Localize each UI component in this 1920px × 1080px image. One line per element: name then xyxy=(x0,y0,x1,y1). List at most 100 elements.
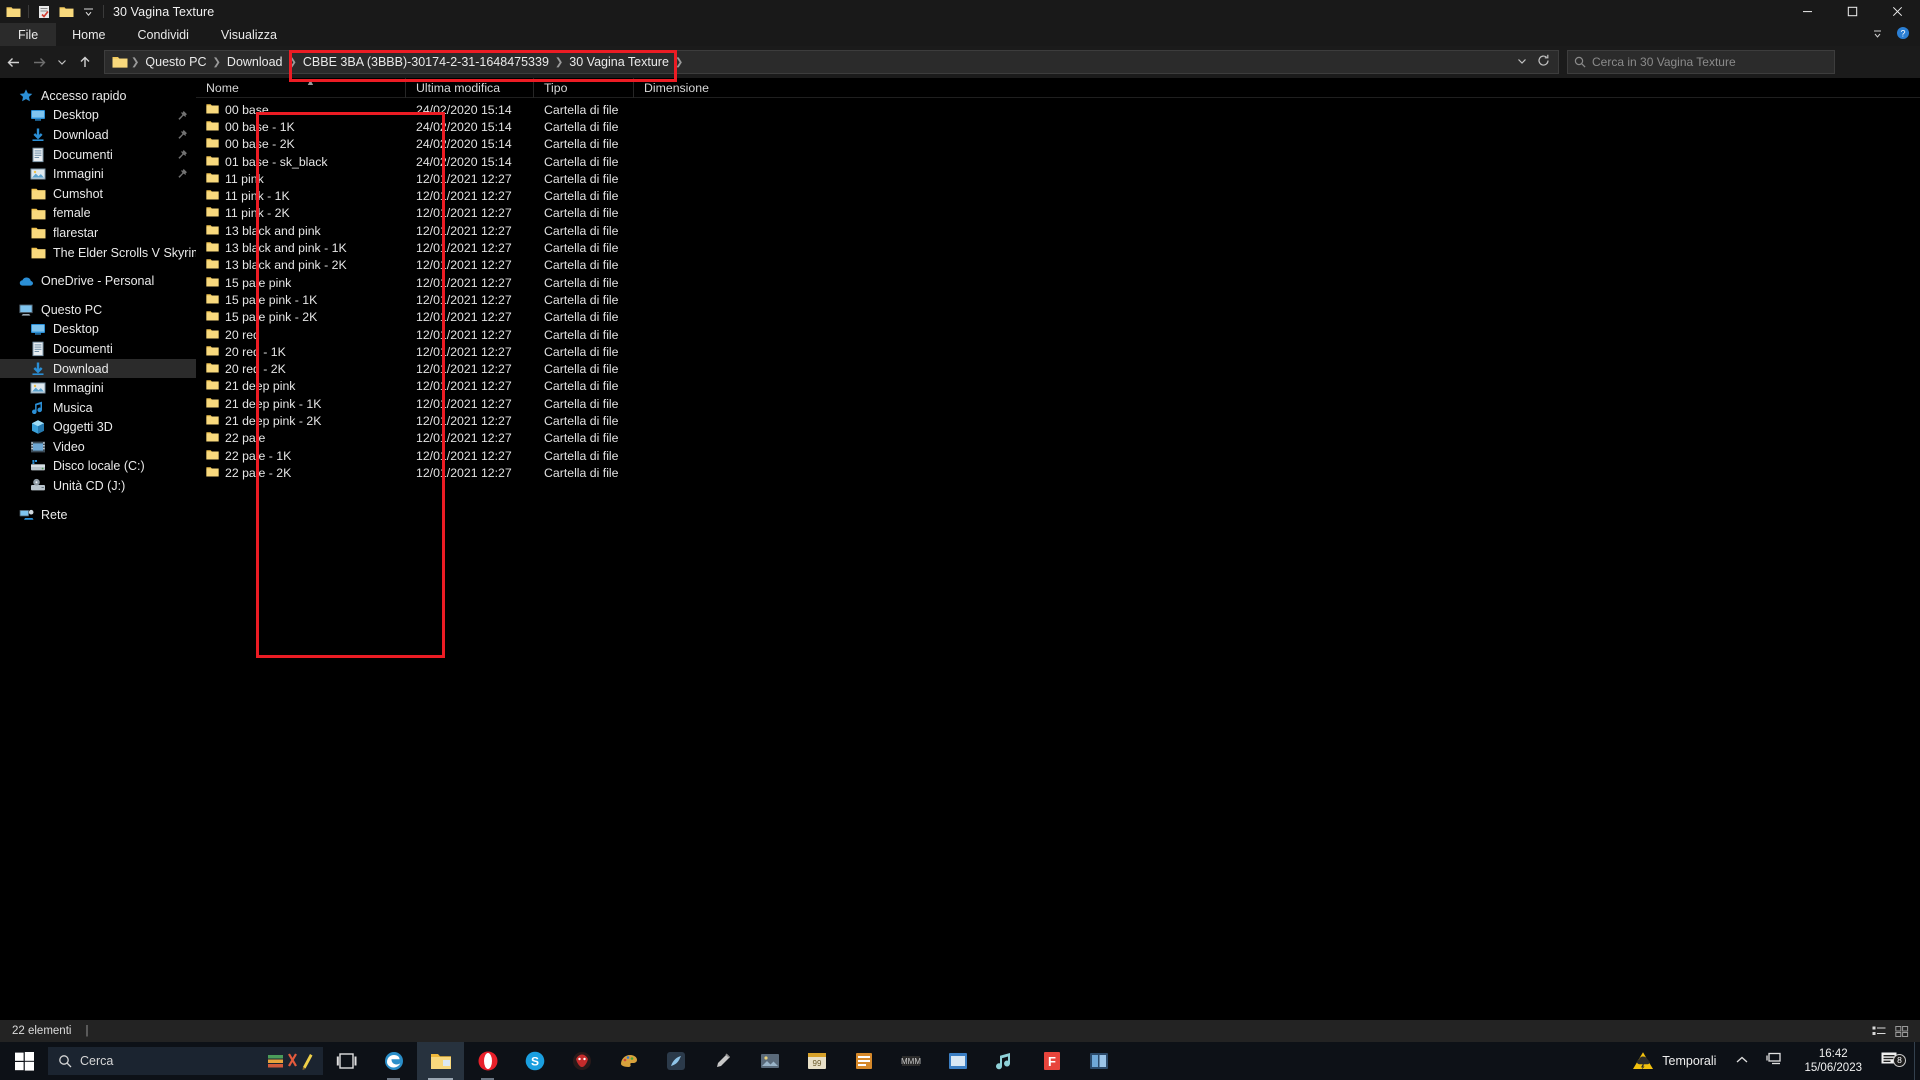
file-list-pane[interactable]: Nome Ultima modifica Tipo Dimensione ▲ 0… xyxy=(196,77,1920,1020)
file-name-cell[interactable]: 15 pale pink xyxy=(196,276,406,290)
taskbar-office-icon[interactable] xyxy=(840,1042,887,1080)
tab-file[interactable]: File xyxy=(0,23,57,46)
table-row[interactable]: 13 black and pink - 2K 12/01/2021 12:27 Ca… xyxy=(196,257,1920,274)
file-name-cell[interactable]: 15 pale pink - 2K xyxy=(196,310,406,324)
expand-ribbon-icon[interactable] xyxy=(1873,28,1886,42)
taskbar-f-app-icon[interactable]: F xyxy=(1028,1042,1075,1080)
show-desktop-button[interactable] xyxy=(1914,1042,1920,1080)
table-row[interactable]: 21 deep pink 12/01/2021 12:27 Cartella di … xyxy=(196,378,1920,395)
taskbar-skype-icon[interactable]: S xyxy=(511,1042,558,1080)
large-icons-view-icon[interactable] xyxy=(1894,1024,1910,1039)
sidebar-group-questo-pc[interactable]: Questo PC xyxy=(0,300,196,320)
breadcrumb-item-questo-pc[interactable]: Questo PC xyxy=(140,55,211,69)
close-button[interactable] xyxy=(1875,0,1920,23)
table-row[interactable]: 20 red - 2K 12/01/2021 12:27 Cartella di f… xyxy=(196,360,1920,377)
tab-visualizza[interactable]: Visualizza xyxy=(205,23,293,46)
table-row[interactable]: 22 pale 12/01/2021 12:27 Cartella di file xyxy=(196,430,1920,447)
file-name-cell[interactable]: 20 red - 2K xyxy=(196,362,406,376)
minimize-button[interactable] xyxy=(1785,0,1830,23)
task-view-icon[interactable] xyxy=(323,1042,370,1080)
file-name-cell[interactable]: 22 pale xyxy=(196,431,406,445)
file-name-cell[interactable]: 01 base - sk_black xyxy=(196,155,406,169)
taskbar-mmm-icon[interactable]: MMM xyxy=(887,1042,934,1080)
taskbar-window-app-icon[interactable] xyxy=(1075,1042,1122,1080)
taskbar-krita-icon[interactable] xyxy=(652,1042,699,1080)
taskbar-search-box[interactable]: Cerca xyxy=(48,1047,323,1075)
customize-qat-chevron-icon[interactable] xyxy=(78,2,98,22)
column-header-nome[interactable]: Nome xyxy=(196,77,406,98)
file-name-cell[interactable]: 11 pink - 2K xyxy=(196,206,406,220)
action-center-icon[interactable]: 8 xyxy=(1874,1050,1914,1073)
file-name-cell[interactable]: 21 deep pink - 2K xyxy=(196,414,406,428)
sidebar-item-documenti[interactable]: Documenti xyxy=(0,145,196,165)
table-row[interactable]: 00 base - 1K 24/02/2020 15:14 Cartella di … xyxy=(196,118,1920,135)
maximize-button[interactable] xyxy=(1830,0,1875,23)
refresh-icon[interactable] xyxy=(1537,54,1550,70)
table-row[interactable]: 22 pale - 2K 12/01/2021 12:27 Cartella di … xyxy=(196,464,1920,481)
file-name-cell[interactable]: 11 pink xyxy=(196,172,406,186)
details-view-icon[interactable] xyxy=(1871,1024,1887,1039)
sidebar-item-desktop[interactable]: Desktop xyxy=(0,320,196,340)
table-row[interactable]: 11 pink 12/01/2021 12:27 Cartella di file xyxy=(196,170,1920,187)
file-name-cell[interactable]: 00 base - 2K xyxy=(196,137,406,151)
file-name-cell[interactable]: 22 pale - 1K xyxy=(196,449,406,463)
breadcrumb[interactable]: ❯ Questo PC ❯ Download ❯ CBBE 3BA (3BBB)… xyxy=(130,55,684,69)
help-icon[interactable]: ? xyxy=(1896,26,1910,43)
taskbar-search-input[interactable]: Cerca xyxy=(80,1054,113,1068)
up-button[interactable] xyxy=(72,49,98,75)
column-header-dimensione[interactable]: Dimensione xyxy=(634,78,714,98)
sidebar-item-immagini[interactable]: Immagini xyxy=(0,164,196,184)
taskbar[interactable]: Cerca S 99 MMM F Temporali 16:42 15/06/2… xyxy=(0,1042,1920,1080)
sidebar-item-download[interactable]: Download xyxy=(0,358,196,379)
sidebar-item-immagini[interactable]: Immagini xyxy=(0,378,196,398)
taskbar-opera-icon[interactable] xyxy=(464,1042,511,1080)
pin-icon[interactable] xyxy=(177,168,188,179)
tab-condividi[interactable]: Condividi xyxy=(122,23,205,46)
file-name-cell[interactable]: 13 black and pink - 2K xyxy=(196,258,406,272)
taskbar-file-explorer-icon[interactable] xyxy=(417,1042,464,1080)
table-row[interactable]: 21 deep pink - 2K 12/01/2021 12:27 Cartell… xyxy=(196,412,1920,429)
search-input[interactable]: Cerca in 30 Vagina Texture xyxy=(1592,55,1736,69)
taskbar-music-app-icon[interactable] xyxy=(981,1042,1028,1080)
file-name-cell[interactable]: 00 base xyxy=(196,103,406,117)
sidebar-item-female[interactable]: female xyxy=(0,204,196,224)
file-name-cell[interactable]: 21 deep pink - 1K xyxy=(196,397,406,411)
sidebar-group-accesso-rapido[interactable]: Accesso rapido xyxy=(0,86,196,106)
tab-home[interactable]: Home xyxy=(56,23,121,46)
sidebar-item-desktop[interactable]: Desktop xyxy=(0,106,196,126)
new-folder-icon[interactable] xyxy=(56,2,76,22)
taskbar-microsoft-edge-icon[interactable] xyxy=(370,1042,417,1080)
sidebar-group-onedrive-personal[interactable]: OneDrive - Personal xyxy=(0,271,196,291)
table-row[interactable]: 01 base - sk_black 24/02/2020 15:14 Cartel… xyxy=(196,153,1920,170)
sidebar-item-musica[interactable]: Musica xyxy=(0,398,196,418)
pin-icon[interactable] xyxy=(177,129,188,140)
table-row[interactable]: 13 black and pink 12/01/2021 12:27 Cartell… xyxy=(196,222,1920,239)
sidebar-item-oggetti-3d[interactable]: Oggetti 3D xyxy=(0,418,196,438)
file-name-cell[interactable]: 21 deep pink xyxy=(196,379,406,393)
table-row[interactable]: 00 base 24/02/2020 15:14 Cartella di file xyxy=(196,101,1920,118)
file-name-cell[interactable]: 13 black and pink xyxy=(196,224,406,238)
search-box[interactable]: Cerca in 30 Vagina Texture xyxy=(1567,50,1835,74)
file-name-cell[interactable]: 20 red - 1K xyxy=(196,345,406,359)
folder-icon[interactable] xyxy=(3,2,23,22)
windows-start-icon[interactable] xyxy=(0,1042,48,1080)
table-row[interactable]: 11 pink - 1K 12/01/2021 12:27 Cartella di … xyxy=(196,187,1920,204)
properties-icon[interactable] xyxy=(34,2,54,22)
sidebar-group-rete[interactable]: Rete xyxy=(0,505,196,525)
taskbar-paint-icon[interactable] xyxy=(605,1042,652,1080)
table-row[interactable]: 13 black and pink - 1K 12/01/2021 12:27 Ca… xyxy=(196,239,1920,256)
back-button[interactable] xyxy=(0,49,26,75)
taskbar-photos-icon[interactable] xyxy=(746,1042,793,1080)
table-row[interactable]: 11 pink - 2K 12/01/2021 12:27 Cartella di … xyxy=(196,205,1920,222)
show-hidden-icons-chevron[interactable] xyxy=(1726,1055,1758,1067)
navigation-pane[interactable]: Accesso rapido Desktop Download Documenti Im… xyxy=(0,78,196,1020)
sidebar-item-unit-cd-j[interactable]: Unità CD (J:) xyxy=(0,476,196,496)
taskbar-pen-icon[interactable] xyxy=(699,1042,746,1080)
taskbar-notes-icon[interactable]: 99 xyxy=(793,1042,840,1080)
sidebar-item-disco-locale-c[interactable]: Disco locale (C:) xyxy=(0,457,196,477)
sidebar-item-cumshot[interactable]: Cumshot xyxy=(0,184,196,204)
table-row[interactable]: 20 red - 1K 12/01/2021 12:27 Cartella di f… xyxy=(196,343,1920,360)
table-row[interactable]: 22 pale - 1K 12/01/2021 12:27 Cartella di … xyxy=(196,447,1920,464)
file-name-cell[interactable]: 15 pale pink - 1K xyxy=(196,293,406,307)
sidebar-item-video[interactable]: Video xyxy=(0,437,196,457)
